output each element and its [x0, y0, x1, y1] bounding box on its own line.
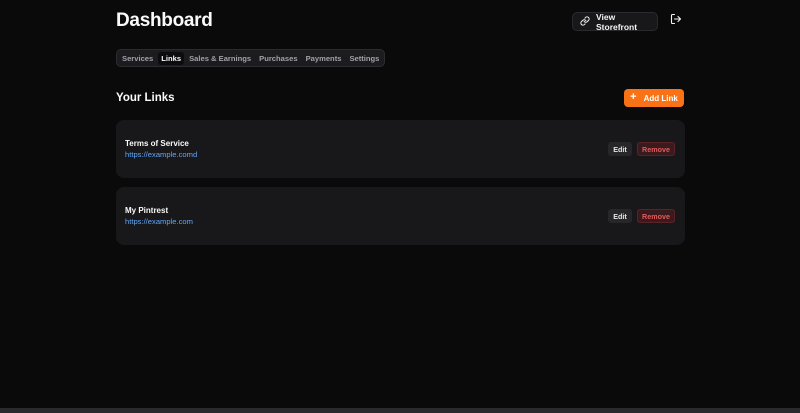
- main-container: Dashboard View Storefront Services Links…: [116, 0, 685, 245]
- bottom-edge: [0, 408, 800, 413]
- dashboard-tabs: Services Links Sales & Earnings Purchase…: [116, 49, 386, 67]
- link-url[interactable]: https://example.comd: [125, 150, 197, 159]
- logout-button[interactable]: [668, 13, 684, 29]
- add-link-label: Add Link: [643, 93, 678, 103]
- view-storefront-button[interactable]: View Storefront: [572, 11, 658, 32]
- tab-services[interactable]: Services: [119, 52, 156, 65]
- tab-purchases[interactable]: Purchases: [256, 52, 300, 65]
- add-link-button[interactable]: + Add Link: [624, 89, 684, 107]
- dashboard-page: Dashboard View Storefront Services Links…: [0, 0, 800, 413]
- view-storefront-label: View Storefront: [596, 11, 638, 32]
- link-name: My Pintrest: [125, 206, 169, 215]
- plus-icon: +: [630, 91, 637, 103]
- tab-settings[interactable]: Settings: [346, 52, 382, 65]
- link-card: Terms of Service https://example.comd Ed…: [116, 120, 685, 178]
- page-header: Dashboard View Storefront: [116, 0, 685, 42]
- page-title: Dashboard: [116, 10, 213, 31]
- link-icon: [580, 15, 590, 28]
- link-name: Terms of Service: [125, 139, 189, 148]
- edit-link-button[interactable]: Edit: [608, 209, 632, 223]
- link-url[interactable]: https://example.com: [125, 217, 193, 226]
- section-title: Your Links: [116, 92, 175, 104]
- tab-links[interactable]: Links: [158, 51, 185, 65]
- link-card: My Pintrest https://example.com Edit Rem…: [116, 187, 685, 245]
- tab-payments[interactable]: Payments: [303, 52, 345, 65]
- remove-link-button[interactable]: Remove: [637, 209, 675, 223]
- remove-link-button[interactable]: Remove: [637, 142, 675, 156]
- tab-sales-earnings[interactable]: Sales & Earnings: [186, 52, 254, 65]
- logout-icon: [670, 12, 682, 30]
- edit-link-button[interactable]: Edit: [608, 142, 632, 156]
